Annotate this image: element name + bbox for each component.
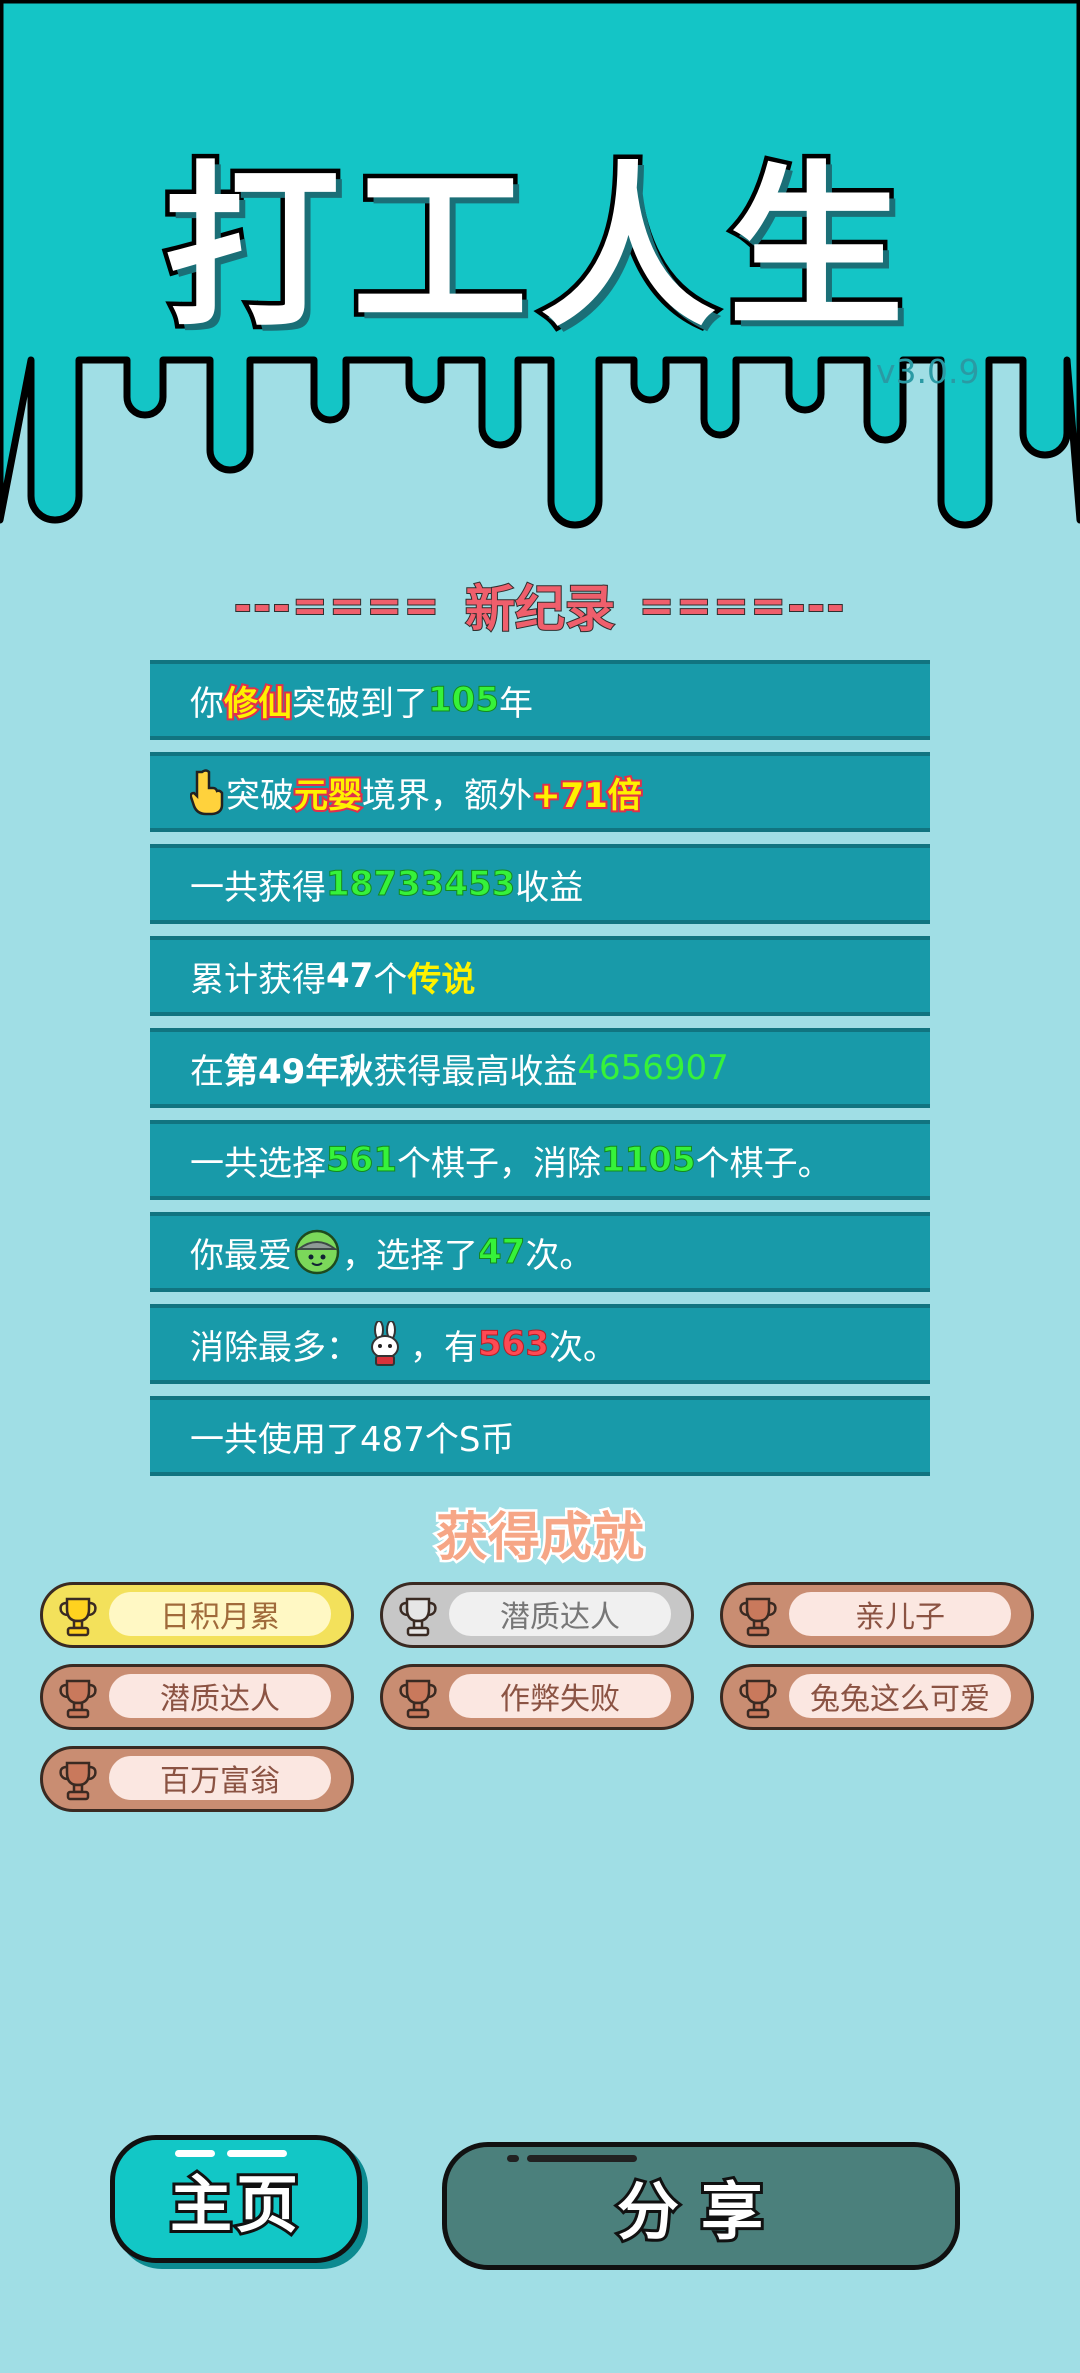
achievement-label: 潜质达人 (449, 1592, 671, 1636)
achievement-label: 潜质达人 (109, 1674, 331, 1718)
home-button[interactable]: 主页 (110, 2135, 362, 2263)
stat-value: 4656907 (577, 1048, 729, 1088)
trophy-icon (59, 1679, 97, 1719)
version-label: v3.0.9 (876, 352, 980, 391)
stat-text: 突破到了 (292, 683, 428, 724)
new-record-label: 新纪录 (464, 579, 616, 639)
white-rabbit-icon (371, 1321, 399, 1366)
achievement-badge[interactable]: 潜质达人 (380, 1582, 694, 1648)
stat-text: 获得最高收益 (373, 1051, 578, 1092)
stat-value: 47 (477, 1232, 526, 1273)
stat-text: 境界，额外 (362, 775, 532, 816)
stat-text: 个棋子，消除 (396, 1143, 601, 1184)
stat-row-coins: 一共使用了487个S币 (150, 1396, 930, 1476)
stat-text: 一共使用了487个S币 (190, 1419, 515, 1460)
stat-text: 累计获得 (190, 959, 326, 1000)
achievements-title: 获得成就 (433, 1506, 646, 1571)
achievement-badge[interactable]: 百万富翁 (40, 1746, 354, 1812)
stat-text: 年 (498, 683, 533, 724)
achievement-label: 兔兔这么可爱 (789, 1674, 1011, 1718)
stat-text: ，选择了 (342, 1235, 478, 1276)
stat-text: 个 (373, 959, 408, 1000)
button-shine (175, 2150, 215, 2157)
button-shine (507, 2155, 519, 2162)
new-record-heading: ---==== 新纪录 ====--- (0, 575, 1080, 639)
button-shine (527, 2155, 637, 2162)
trophy-icon (739, 1679, 777, 1719)
stat-highlight: 修仙 (222, 682, 294, 726)
stat-row-pieces: 一共选择 561 个棋子，消除 1105 个棋子。 (150, 1120, 930, 1200)
stat-text: 次。 (548, 1327, 617, 1368)
trophy-icon (399, 1597, 437, 1637)
achievement-label: 日积月累 (109, 1592, 331, 1636)
achievement-badge[interactable]: 亲儿子 (720, 1582, 1034, 1648)
stat-value: 561 (326, 1140, 398, 1181)
stat-text: 消除最多： (190, 1327, 360, 1368)
achievement-label: 作弊失败 (449, 1674, 671, 1718)
stat-row-most-cleared: 消除最多： ，有 563 次。 (150, 1304, 930, 1384)
heading-dashes-left: ---==== (233, 580, 441, 631)
achievement-badge[interactable]: 作弊失败 (380, 1664, 694, 1730)
stat-text: 一共选择 (190, 1143, 326, 1184)
achievement-label: 亲儿子 (789, 1592, 1011, 1636)
game-title: 打工人生 (159, 142, 916, 356)
trophy-icon (59, 1597, 97, 1637)
trophy-icon (399, 1679, 437, 1719)
stat-highlight: 元婴 (292, 774, 364, 818)
stat-row-total-income: 一共获得 18733453 收益 (150, 844, 930, 924)
stat-text: 个棋子。 (695, 1143, 832, 1184)
share-button-label: 分享 (614, 2172, 785, 2251)
stat-value: 18733453 (325, 864, 516, 905)
stat-text: 突破 (226, 775, 294, 816)
stat-row-best-income: 在 第49年秋 获得最高收益 4656907 (150, 1028, 930, 1108)
trophy-icon (59, 1761, 97, 1801)
stat-text: 一共获得 (190, 867, 326, 908)
green-blob-icon (294, 1229, 340, 1275)
stat-row-legends: 累计获得 47 个传说 (150, 936, 930, 1016)
stat-highlight: +71倍 (530, 774, 644, 818)
share-button[interactable]: 分享 (442, 2142, 960, 2270)
stat-value: 563 (478, 1324, 550, 1365)
stat-row-cultivation: 你 修仙 突破到了 105 年 (150, 660, 930, 740)
stat-highlight: 传说 (407, 959, 476, 1000)
stat-value: 47 (326, 956, 374, 996)
achievement-badge[interactable]: 潜质达人 (40, 1664, 354, 1730)
stat-text: 次。 (525, 1235, 594, 1276)
stat-value: 第49年秋 (224, 1051, 374, 1092)
home-button-label: 主页 (167, 2165, 302, 2244)
achievement-badge[interactable]: 日积月累 (40, 1582, 354, 1648)
trophy-icon (739, 1597, 777, 1637)
achievement-label: 百万富翁 (109, 1756, 331, 1800)
button-shine (227, 2150, 287, 2157)
pointing-hand-icon (190, 769, 224, 816)
heading-dashes-right: ====--- (638, 580, 847, 631)
stat-text: 你 (190, 683, 224, 724)
stat-text: 你最爱 (190, 1235, 292, 1276)
stat-row-favorite: 你最爱 ，选择了 47 次。 (150, 1212, 930, 1292)
stat-text: ，有 (410, 1327, 478, 1368)
stat-row-breakthrough: 突破 元婴 境界，额外 +71倍 (150, 752, 930, 832)
stat-value: 1105 (600, 1140, 696, 1181)
stat-value: 105 (428, 680, 500, 721)
stat-text: 在 (190, 1051, 224, 1092)
achievement-badge[interactable]: 兔兔这么可爱 (720, 1664, 1034, 1730)
stat-text: 收益 (515, 867, 584, 908)
